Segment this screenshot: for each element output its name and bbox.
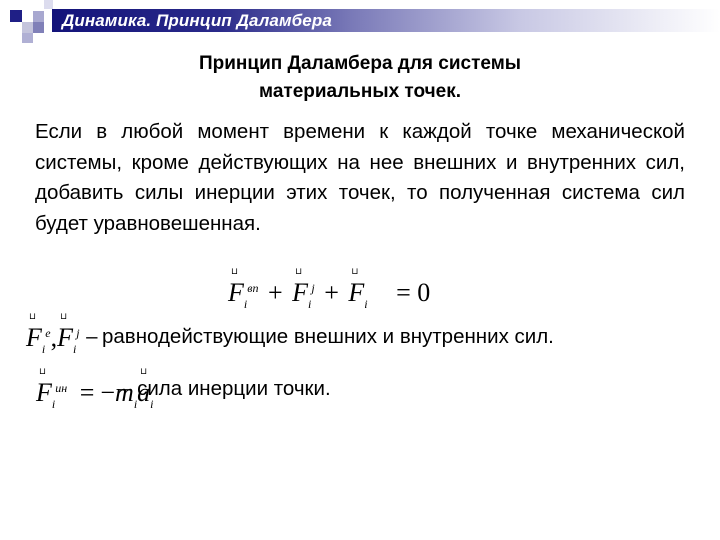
body-paragraph: Если в любой момент времени к каждой точ… [35, 120, 685, 235]
vector-term: ⊔ F [26, 312, 42, 353]
vector-arrow-icon: ⊔ [231, 267, 239, 277]
decor-square [10, 10, 22, 22]
vector-arrow-icon: ⊔ [140, 367, 148, 377]
vector-arrow-icon: ⊔ [39, 367, 47, 377]
header-title: Динамика. Принцип Даламбера [62, 11, 332, 30]
vector-arrow-icon: ⊔ [60, 312, 68, 322]
vector-term: ⊔ F [228, 267, 244, 308]
slide-title: Принцип Даламбера для системы материальн… [0, 50, 720, 106]
vector-term: ⊔ F [57, 312, 73, 353]
vector-term: ⊔ F [36, 367, 52, 408]
vector-term: ⊔ F [292, 267, 309, 308]
decor-square [44, 0, 53, 9]
vector-arrow-icon: ⊔ [351, 267, 359, 277]
definition-external-internal: ⊔ Fie, ⊔ Fij – равнодействующие внешних и в… [26, 312, 554, 357]
vector-term: ⊔ F [348, 267, 365, 308]
vector-arrow-icon: ⊔ [29, 312, 37, 322]
vector-arrow-icon: ⊔ [295, 267, 303, 277]
definition-text: – сила инерции точки. [120, 377, 331, 400]
decor-square [22, 22, 33, 33]
decor-square [22, 33, 33, 43]
slide-title-line1: Принцип Даламбера для системы [198, 53, 522, 74]
decor-square [33, 22, 44, 33]
decor-square [33, 11, 44, 22]
definition-inertia-force: ⊔ Fiин = −mi ⊔ ai – сила инерции точки. [36, 367, 331, 412]
slide-title-line2: материальных точек. [259, 81, 461, 102]
definition-text: равнодействующие внешних и внутренних си… [102, 325, 554, 348]
